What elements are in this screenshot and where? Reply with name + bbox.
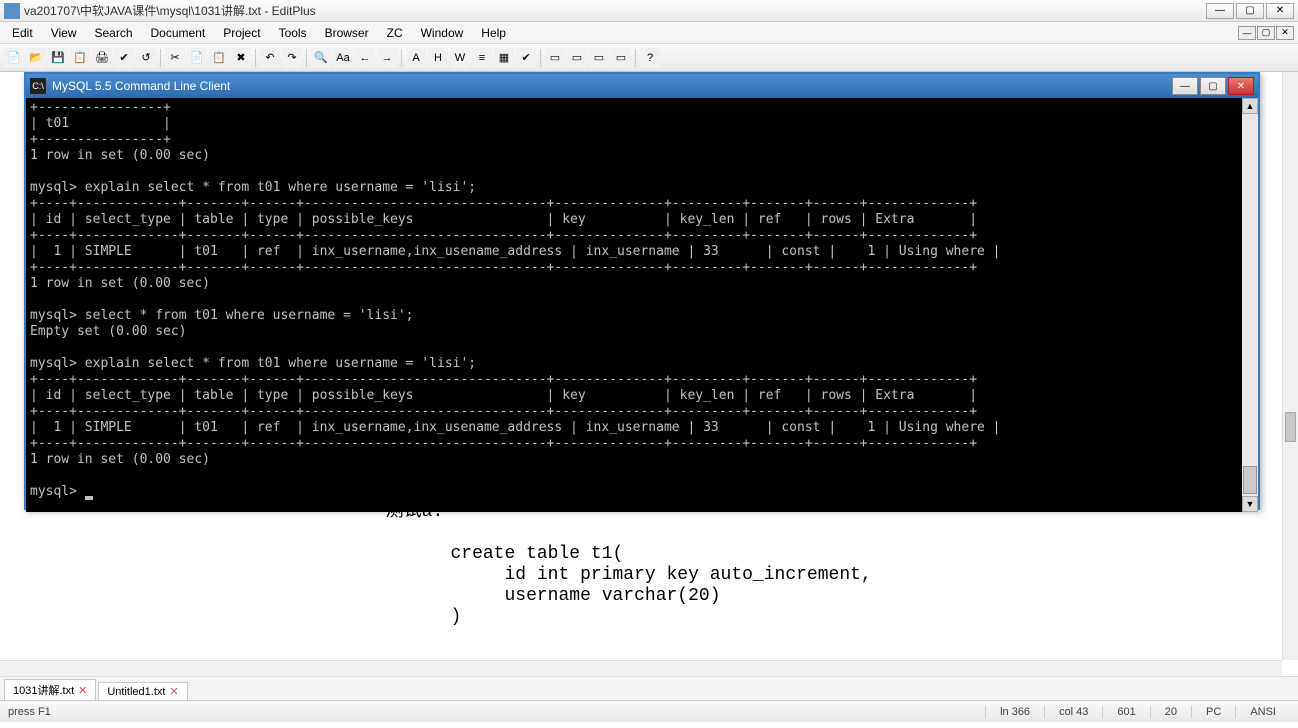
minimize-button[interactable]: — [1206, 3, 1234, 19]
window-controls: — ▢ ✕ [1206, 3, 1294, 19]
mdi-minimize-button[interactable]: — [1238, 26, 1256, 40]
console-scroll-thumb[interactable] [1243, 466, 1257, 494]
status-encoding: ANSI [1235, 706, 1290, 718]
cut-icon[interactable]: ✂ [165, 48, 185, 68]
toolbar-separator [255, 49, 256, 67]
toolbar-separator [160, 49, 161, 67]
tab-close-icon[interactable]: ✕ [169, 685, 178, 698]
panel4-icon[interactable]: ▭ [611, 48, 631, 68]
status-total-lines: 601 [1102, 706, 1149, 718]
help-icon[interactable]: ? [640, 48, 660, 68]
open-file-icon[interactable]: 📂 [26, 48, 46, 68]
undo-icon[interactable]: ↶ [260, 48, 280, 68]
menu-project[interactable]: Project [215, 24, 268, 42]
console-text-content: +----------------+ | t01 | +------------… [30, 100, 1001, 499]
menu-help[interactable]: Help [473, 24, 514, 42]
redo-icon[interactable]: ↷ [282, 48, 302, 68]
toolbar-separator [401, 49, 402, 67]
wordwrap-icon[interactable]: W [450, 48, 470, 68]
console-window-controls: — ▢ ✕ [1172, 77, 1254, 95]
menu-window[interactable]: Window [413, 24, 472, 42]
case-icon[interactable]: Aa [333, 48, 353, 68]
print-icon[interactable]: 🖨 [92, 48, 112, 68]
scroll-up-icon[interactable]: ▲ [1242, 98, 1258, 114]
lines-icon[interactable]: ≡ [472, 48, 492, 68]
delete-icon[interactable]: ✖ [231, 48, 251, 68]
console-body: +----------------+ | t01 | +------------… [26, 98, 1258, 512]
toolbar-separator [635, 49, 636, 67]
maximize-button[interactable]: ▢ [1236, 3, 1264, 19]
console-output[interactable]: +----------------+ | t01 | +------------… [30, 100, 1242, 512]
editor-area: 测试a. create table t1( id int primary key… [0, 72, 1298, 676]
save-all-icon[interactable]: 📋 [70, 48, 90, 68]
new-file-icon[interactable]: 📄 [4, 48, 24, 68]
menu-tools[interactable]: Tools [271, 24, 315, 42]
menu-document[interactable]: Document [143, 24, 214, 42]
console-app-icon: C:\ [30, 78, 46, 94]
menubar: Edit View Search Document Project Tools … [0, 22, 1298, 44]
spellcheck-icon[interactable]: ✔ [114, 48, 134, 68]
menu-edit[interactable]: Edit [4, 24, 41, 42]
console-minimize-button[interactable]: — [1172, 77, 1198, 95]
find-icon[interactable]: 🔍 [311, 48, 331, 68]
document-tabstrip: 1031讲解.txt ✕ Untitled1.txt ✕ [0, 676, 1298, 700]
toolbar-separator [306, 49, 307, 67]
copy-icon[interactable]: 📄 [187, 48, 207, 68]
scroll-down-icon[interactable]: ▼ [1242, 496, 1258, 512]
grid-icon[interactable]: ▦ [494, 48, 514, 68]
tab-close-icon[interactable]: ✕ [78, 684, 87, 697]
menu-browser[interactable]: Browser [317, 24, 377, 42]
tab-1031[interactable]: 1031讲解.txt ✕ [4, 679, 96, 700]
console-close-button[interactable]: ✕ [1228, 77, 1254, 95]
editor-horizontal-scrollbar[interactable] [0, 660, 1282, 676]
save-icon[interactable]: 💾 [48, 48, 68, 68]
reload-icon[interactable]: ↺ [136, 48, 156, 68]
close-button[interactable]: ✕ [1266, 3, 1294, 19]
scrollbar-thumb[interactable] [1285, 412, 1296, 442]
status-mode: PC [1191, 706, 1235, 718]
toolbar-separator [540, 49, 541, 67]
outdent-icon[interactable]: ← [355, 48, 375, 68]
status-selection: 20 [1150, 706, 1191, 718]
tab-label: 1031讲解.txt [13, 682, 74, 698]
status-help: press F1 [8, 706, 985, 718]
panel2-icon[interactable]: ▭ [567, 48, 587, 68]
console-title-text: MySQL 5.5 Command Line Client [52, 79, 1172, 93]
mdi-controls: — ▢ ✕ [1238, 26, 1294, 40]
app-icon [4, 3, 20, 19]
menu-search[interactable]: Search [86, 24, 140, 42]
main-titlebar: va201707\中软JAVA课件\mysql\1031讲解.txt - Edi… [0, 0, 1298, 22]
console-cursor [85, 496, 93, 500]
menu-zc[interactable]: ZC [379, 24, 411, 42]
tab-untitled[interactable]: Untitled1.txt ✕ [98, 682, 187, 700]
menu-view[interactable]: View [43, 24, 85, 42]
indent-icon[interactable]: → [377, 48, 397, 68]
editor-content[interactable]: 测试a. create table t1( id int primary key… [0, 502, 1298, 628]
tab-label: Untitled1.txt [107, 686, 165, 698]
statusbar: press F1 ln 366 col 43 601 20 PC ANSI [0, 700, 1298, 722]
font-a-icon[interactable]: A [406, 48, 426, 68]
mysql-console-window: C:\ MySQL 5.5 Command Line Client — ▢ ✕ … [24, 72, 1260, 510]
status-line: ln 366 [985, 706, 1044, 718]
window-title: va201707\中软JAVA课件\mysql\1031讲解.txt - Edi… [24, 2, 1206, 19]
status-column: col 43 [1044, 706, 1102, 718]
mdi-restore-button[interactable]: ▢ [1257, 26, 1275, 40]
console-titlebar[interactable]: C:\ MySQL 5.5 Command Line Client — ▢ ✕ [26, 74, 1258, 98]
toolbar: 📄 📂 💾 📋 🖨 ✔ ↺ ✂ 📄 📋 ✖ ↶ ↷ 🔍 Aa ← → A H W… [0, 44, 1298, 72]
editor-vertical-scrollbar[interactable] [1282, 72, 1298, 660]
check-icon[interactable]: ✔ [516, 48, 536, 68]
panel3-icon[interactable]: ▭ [589, 48, 609, 68]
paste-icon[interactable]: 📋 [209, 48, 229, 68]
mdi-close-button[interactable]: ✕ [1276, 26, 1294, 40]
console-maximize-button[interactable]: ▢ [1200, 77, 1226, 95]
highlight-icon[interactable]: H [428, 48, 448, 68]
panel1-icon[interactable]: ▭ [545, 48, 565, 68]
console-vertical-scrollbar[interactable]: ▲ ▼ [1242, 98, 1258, 512]
